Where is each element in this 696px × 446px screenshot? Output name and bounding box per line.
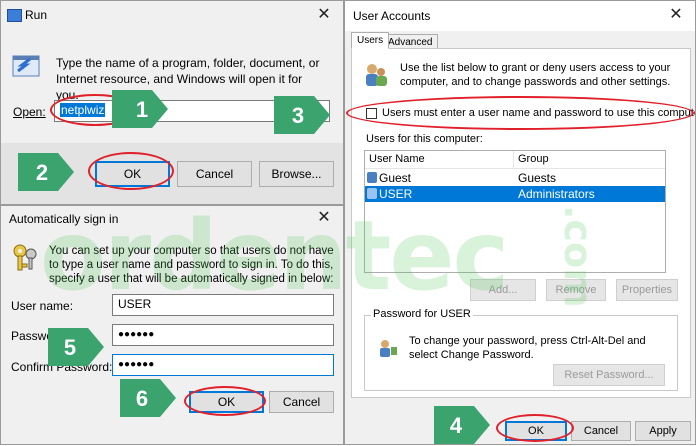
users-icon — [362, 61, 390, 89]
reset-password-button[interactable]: Reset Password... — [553, 364, 665, 386]
auto-cancel-button[interactable]: Cancel — [269, 391, 334, 413]
require-password-checkbox[interactable] — [366, 108, 377, 119]
step-badge-6-label: 6 — [136, 386, 148, 411]
row-group: Administrators — [518, 187, 595, 201]
run-cancel-button[interactable]: Cancel — [177, 161, 252, 187]
ua-apply-button[interactable]: Apply — [635, 421, 691, 441]
auto-titlebar: Automatically sign in ✕ — [1, 206, 343, 236]
run-title: Run — [25, 8, 48, 22]
step-badge-5-label: 5 — [64, 335, 76, 360]
password-group-title: Password for USER — [371, 308, 473, 320]
table-row[interactable]: Guest Guests — [365, 170, 665, 186]
run-open-value: netplwiz — [60, 103, 106, 117]
run-titlebar: Run ✕ — [1, 1, 343, 31]
password-instructions: To change your password, press Ctrl-Alt-… — [409, 335, 646, 361]
run-close-icon[interactable]: ✕ — [313, 5, 335, 25]
ua-close-icon[interactable]: ✕ — [665, 5, 687, 25]
row-user-name: Guest — [379, 171, 412, 185]
username-label: User name: — [11, 299, 74, 313]
run-program-icon — [12, 53, 42, 79]
confirm-password-field[interactable]: ●●●●●● — [112, 354, 334, 376]
step-badge-2: 2 — [16, 151, 76, 193]
ua-cancel-button[interactable]: Cancel — [571, 421, 631, 441]
step-badge-6: 6 — [118, 377, 178, 419]
add-user-button[interactable]: Add... — [470, 279, 536, 301]
user-icon — [367, 188, 377, 199]
users-list[interactable]: User Name Group Guest Guests USER Admini… — [364, 150, 666, 273]
step-badge-1: 1 — [110, 88, 170, 130]
col-divider — [513, 151, 514, 168]
col-user-name[interactable]: User Name — [369, 153, 425, 165]
password-field[interactable]: ●●●●●● — [112, 324, 334, 346]
remove-user-button[interactable]: Remove — [546, 279, 606, 301]
step-badge-1-label: 1 — [136, 97, 148, 122]
run-ok-button[interactable]: OK — [95, 161, 170, 187]
user-icon — [367, 172, 377, 183]
step-badge-3-label: 3 — [292, 103, 304, 128]
auto-close-icon[interactable]: ✕ — [313, 208, 335, 228]
confirm-password-value: ●●●●●● — [118, 359, 155, 370]
require-password-checkbox-row[interactable]: Users must enter a user name and passwor… — [366, 106, 695, 122]
auto-description: You can set up your computer so that use… — [49, 245, 334, 285]
users-list-header: User Name Group — [365, 151, 665, 169]
step-badge-3: 3 — [272, 94, 332, 136]
step-badge-5: 5 — [46, 326, 106, 368]
require-password-label: Users must enter a user name and passwor… — [382, 107, 696, 119]
ua-titlebar: User Accounts ✕ — [345, 1, 695, 31]
run-app-icon — [7, 9, 22, 22]
step-badge-4-label: 4 — [450, 413, 463, 438]
ua-ok-button[interactable]: OK — [505, 421, 567, 441]
col-group[interactable]: Group — [518, 153, 549, 165]
password-user-icon — [377, 338, 399, 358]
username-value: USER — [118, 297, 152, 311]
username-field[interactable]: USER — [112, 294, 334, 316]
table-row-selected[interactable]: USER Administrators — [365, 186, 665, 202]
properties-button[interactable]: Properties — [616, 279, 678, 301]
auto-ok-button[interactable]: OK — [189, 391, 264, 413]
tab-users[interactable]: Users — [351, 32, 390, 49]
row-user-name: USER — [379, 187, 413, 201]
password-groupbox: Password for USER To change your passwor… — [364, 308, 678, 391]
users-for-computer-label: Users for this computer: — [366, 133, 483, 145]
keys-icon — [11, 242, 39, 272]
step-badge-4: 4 — [432, 404, 492, 446]
run-browse-button[interactable]: Browse... — [259, 161, 334, 187]
run-open-label: Open: — [13, 105, 46, 119]
step-badge-2-label: 2 — [36, 160, 48, 185]
password-value: ●●●●●● — [118, 329, 155, 340]
ua-title: User Accounts — [353, 9, 431, 23]
auto-title: Automatically sign in — [9, 212, 119, 226]
ua-tab-panel: Use the list below to grant or deny user… — [351, 48, 695, 398]
ua-description: Use the list below to grant or deny user… — [400, 62, 671, 88]
row-group: Guests — [518, 171, 557, 185]
user-accounts-dialog: User Accounts ✕ Users Advanced Use the l… — [344, 0, 696, 445]
